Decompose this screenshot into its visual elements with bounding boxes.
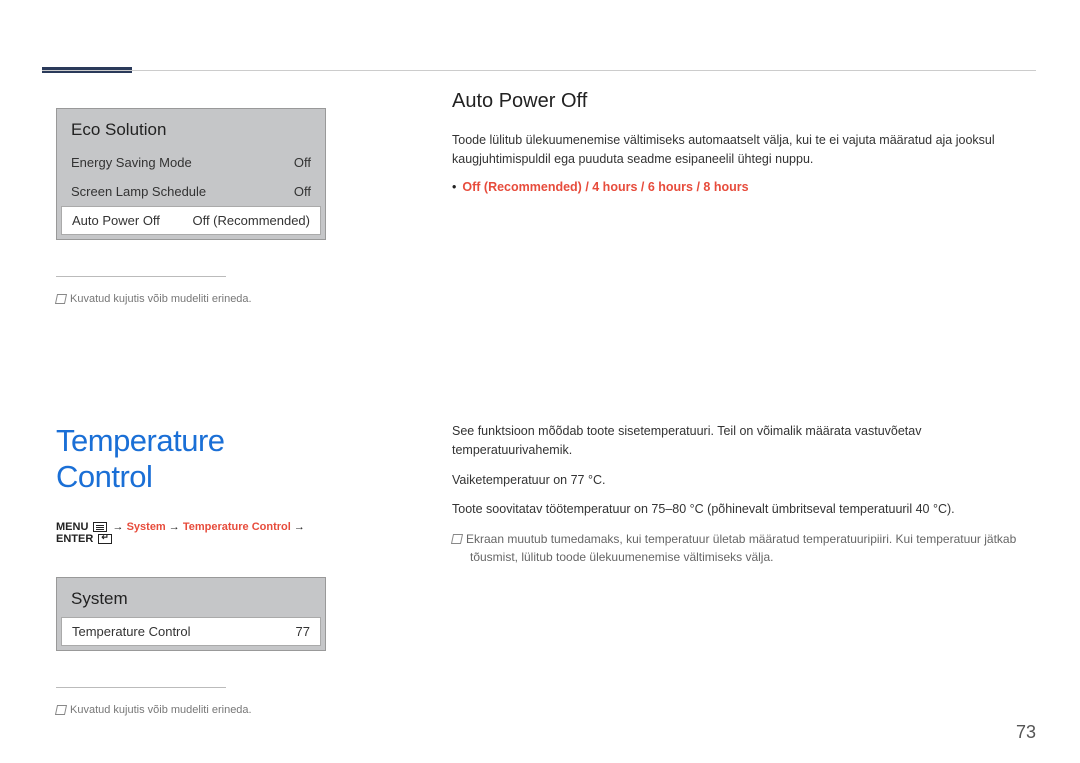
disclaimer-text: Kuvatud kujutis võib mudeliti erineda.: [70, 704, 252, 716]
menu-path-menu: MENU: [56, 521, 88, 533]
menu-row-value: 77: [296, 624, 310, 639]
menu-row-selected: Auto Power Off Off (Recommended): [61, 206, 321, 235]
temp-desc-p3: Toote soovitatav töötemperatuur on 75–80…: [452, 500, 1036, 519]
note-icon: [451, 534, 463, 544]
temp-desc-note: Ekraan muutub tumedamaks, kui temperatuu…: [452, 530, 1036, 566]
disclaimer-note: Kuvatud kujutis võib mudeliti erineda.: [56, 293, 326, 305]
disclaimer-note: Kuvatud kujutis võib mudeliti erineda.: [56, 704, 326, 716]
menu-row: Energy Saving Mode Off: [57, 148, 325, 177]
menu-path-temp: Temperature Control: [183, 521, 291, 533]
page-number: 73: [1016, 722, 1036, 743]
menu-row-label: Auto Power Off: [72, 213, 160, 228]
bullet-icon: •: [452, 180, 456, 194]
auto-power-off-options: • Off (Recommended) / 4 hours / 6 hours /…: [452, 180, 1036, 194]
divider: [56, 687, 226, 688]
menu-row-label: Screen Lamp Schedule: [71, 184, 206, 199]
options-text: Off (Recommended) / 4 hours / 6 hours / …: [462, 180, 748, 194]
divider: [56, 276, 226, 277]
menu-path-enter: ENTER: [56, 533, 93, 545]
menu-row-label: Energy Saving Mode: [71, 155, 192, 170]
system-box: System Temperature Control 77: [56, 577, 326, 651]
menu-icon: [93, 522, 107, 532]
left-column: Eco Solution Energy Saving Mode Off Scre…: [56, 108, 326, 716]
header-rule: [42, 70, 1036, 71]
right-column-bottom: See funktsioon mõõdab toote sisetemperat…: [452, 422, 1036, 566]
menu-row-value: Off: [294, 184, 311, 199]
menu-row-selected: Temperature Control 77: [61, 617, 321, 646]
temp-note-text: Ekraan muutub tumedamaks, kui temperatuu…: [466, 532, 1016, 564]
arrow-icon: →: [294, 521, 305, 533]
note-icon: [55, 705, 67, 715]
note-icon: [55, 294, 67, 304]
eco-solution-title: Eco Solution: [57, 109, 325, 148]
temperature-control-heading: Temperature Control: [56, 423, 326, 495]
arrow-icon: →: [113, 521, 124, 533]
menu-row-value: Off (Recommended): [192, 213, 310, 228]
menu-row: Screen Lamp Schedule Off: [57, 177, 325, 206]
temp-desc-p1: See funktsioon mõõdab toote sisetemperat…: [452, 422, 1036, 461]
arrow-icon: →: [169, 521, 180, 533]
menu-row-value: Off: [294, 155, 311, 170]
temp-desc-p2: Vaiketemperatuur on 77 °C.: [452, 471, 1036, 490]
auto-power-off-body: Toode lülitub ülekuumenemise vältimiseks…: [452, 131, 1036, 170]
right-column-top: Auto Power Off Toode lülitub ülekuumenem…: [452, 90, 1036, 194]
menu-path: MENU → System → Temperature Control → EN…: [56, 521, 326, 545]
system-box-title: System: [57, 578, 325, 617]
disclaimer-text: Kuvatud kujutis võib mudeliti erineda.: [70, 293, 252, 305]
eco-solution-box: Eco Solution Energy Saving Mode Off Scre…: [56, 108, 326, 240]
auto-power-off-heading: Auto Power Off: [452, 90, 1036, 113]
menu-path-system: System: [127, 521, 166, 533]
enter-icon: [98, 534, 112, 544]
menu-row-label: Temperature Control: [72, 624, 191, 639]
